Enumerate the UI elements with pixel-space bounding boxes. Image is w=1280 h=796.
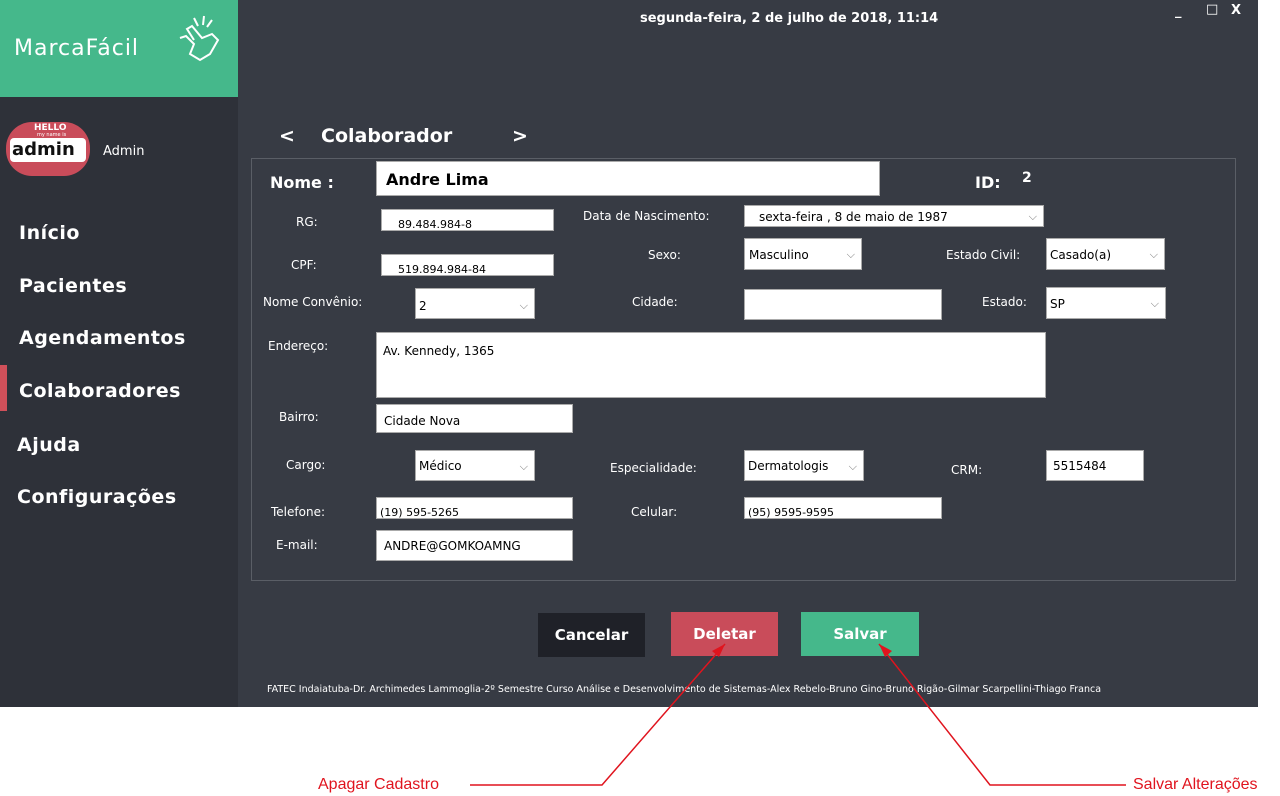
annotation-apagar-cadastro: Apagar Cadastro	[318, 776, 439, 793]
annotation-arrows	[470, 643, 1126, 786]
annotation-salvar-alteracoes: Salvar Alterações	[1133, 776, 1258, 793]
